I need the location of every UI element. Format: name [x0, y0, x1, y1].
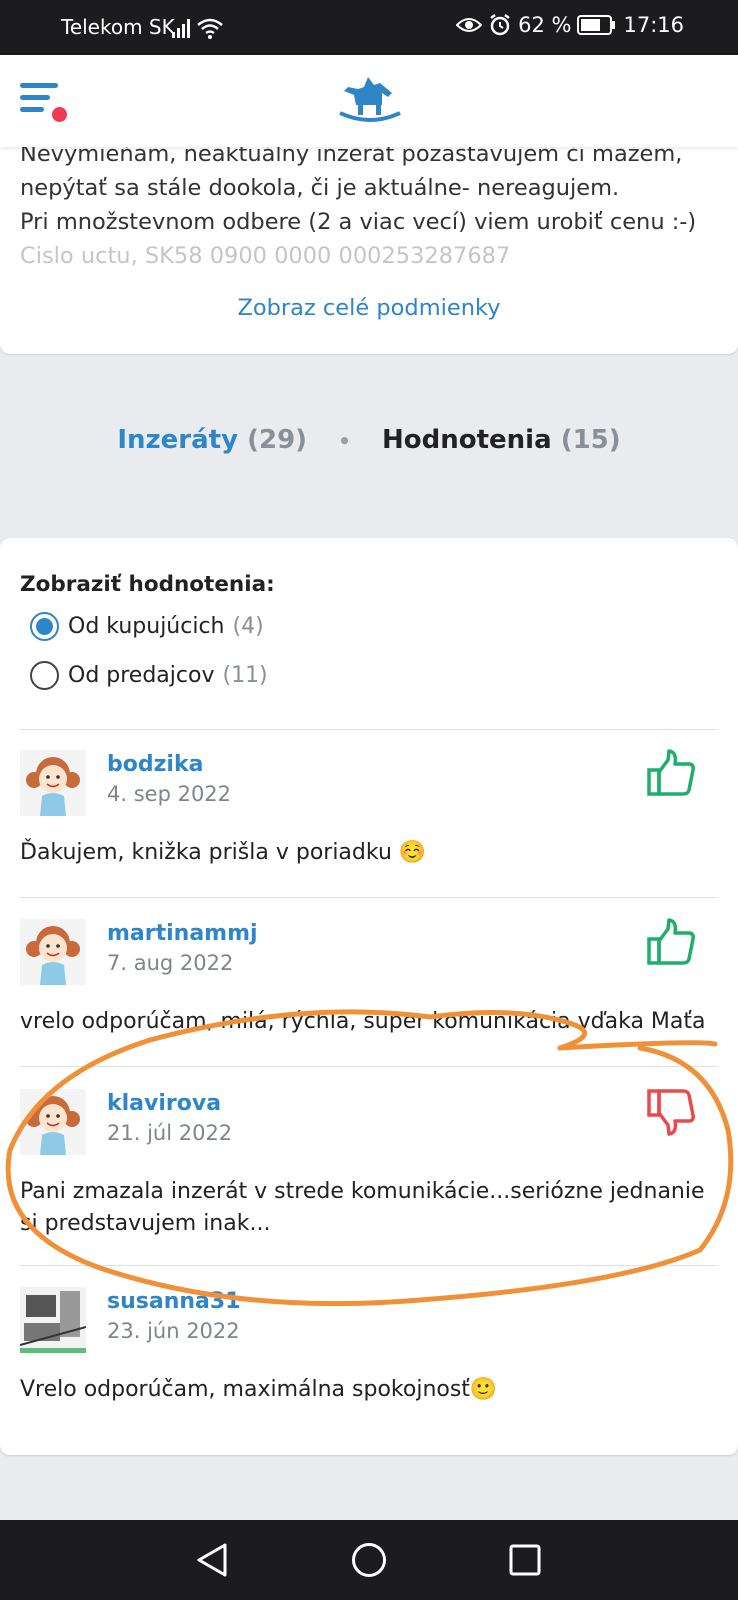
review-date: 7. aug 2022	[107, 951, 234, 975]
divider	[20, 1066, 718, 1067]
alarm-icon	[490, 14, 510, 36]
conditions-text: Nevymieňam, neaktuálny inzerát pozastavu…	[20, 147, 720, 273]
tab-reviews-label: Hodnotenia	[381, 425, 552, 455]
tab-ads-label: Inzeráty	[117, 425, 239, 455]
square-recents-icon[interactable]	[509, 1544, 541, 1576]
rocking-horse-logo[interactable]	[338, 71, 402, 127]
divider	[20, 1265, 718, 1266]
filter-option-label: Od predajcov	[68, 663, 215, 688]
battery-icon	[577, 15, 616, 35]
filter-option-label: Od kupujúcich	[68, 614, 225, 639]
review-date: 21. júl 2022	[107, 1121, 233, 1145]
tab-ads-count: (29)	[247, 425, 308, 455]
tab-reviews-count: (15)	[560, 425, 621, 455]
review-username[interactable]: bodzika	[107, 752, 203, 777]
tab-ads[interactable]: Inzeráty (29)	[117, 425, 307, 455]
avatar[interactable]	[20, 1089, 86, 1155]
filter-option-count: (4)	[232, 614, 264, 639]
app-header	[0, 55, 738, 147]
profile-tabs: Inzeráty (29) • Hodnotenia (15)	[0, 425, 738, 455]
photo-avatar-icon	[20, 1287, 86, 1348]
clock: 17:16	[623, 13, 684, 37]
review-text: Vrelo odporúčam, maximálna spokojnosť🙂	[20, 1377, 498, 1402]
divider	[20, 729, 718, 730]
thumbs-up-icon	[647, 918, 695, 965]
divider	[20, 897, 718, 898]
review-username[interactable]: susanna31	[107, 1289, 240, 1314]
thumbs-down-icon	[647, 1089, 695, 1136]
tab-reviews[interactable]: Hodnotenia (15)	[382, 425, 621, 455]
triangle-back-icon[interactable]	[195, 1542, 229, 1578]
review-username[interactable]: klavirova	[107, 1091, 221, 1116]
show-all-conditions-link[interactable]: Zobraz celé podmienky	[0, 295, 738, 321]
review-date: 23. jún 2022	[107, 1319, 240, 1343]
avatar-photo[interactable]	[20, 1287, 86, 1353]
girl-avatar-icon	[26, 926, 80, 985]
status-bar: Telekom SK 62 % 17:16	[0, 0, 738, 55]
carrier-name: Telekom SK	[61, 15, 175, 39]
thumbs-up-icon	[647, 749, 695, 796]
conditions-line-faded: Cislo uctu, SK58 0900 0000 000253287687	[20, 243, 511, 269]
girl-avatar-icon	[26, 757, 80, 816]
review-date: 4. sep 2022	[107, 782, 232, 806]
circle-home-icon[interactable]	[351, 1542, 387, 1578]
conditions-line: Pri množstevnom odbere (2 a viac vecí) v…	[20, 209, 697, 235]
filter-option-buyers[interactable]: Od kupujúcich (4)	[30, 612, 264, 641]
seller-conditions-card: Nevymieňam, neaktuálny inzerát pozastavu…	[0, 147, 738, 354]
conditions-line: nepýtať sa stále dookola, či je aktuálne…	[20, 175, 620, 201]
filter-option-count: (11)	[222, 663, 268, 688]
signal-wifi-icon	[172, 18, 223, 39]
review-text: vrelo odporúčam, milá, rýchla, super kom…	[20, 1009, 706, 1034]
girl-avatar-icon	[26, 1096, 80, 1155]
review-username[interactable]: martinammj	[107, 921, 258, 946]
avatar[interactable]	[20, 919, 86, 985]
notification-dot	[52, 107, 67, 122]
filter-option-sellers[interactable]: Od predajcov (11)	[30, 661, 268, 690]
tab-separator: •	[338, 428, 351, 453]
review-text: Pani zmazala inzerát v strede komunikáci…	[20, 1179, 705, 1236]
eye-icon	[456, 18, 483, 32]
battery-percent: 62 %	[518, 13, 572, 37]
avatar[interactable]	[20, 750, 86, 816]
radio-selected[interactable]	[30, 612, 59, 641]
reviews-card: Zobraziť hodnotenia: Od kupujúcich (4) O…	[0, 538, 738, 1455]
radio-unselected[interactable]	[30, 661, 59, 690]
hamburger-menu-icon[interactable]	[20, 83, 68, 123]
reviews-filter-title: Zobraziť hodnotenia:	[20, 572, 275, 597]
review-text: Ďakujem, knižka prišla v poriadku ☺️	[20, 840, 427, 865]
system-nav-bar	[0, 1520, 738, 1600]
conditions-line: Nevymieňam, neaktuálny inzerát pozastavu…	[20, 147, 683, 167]
